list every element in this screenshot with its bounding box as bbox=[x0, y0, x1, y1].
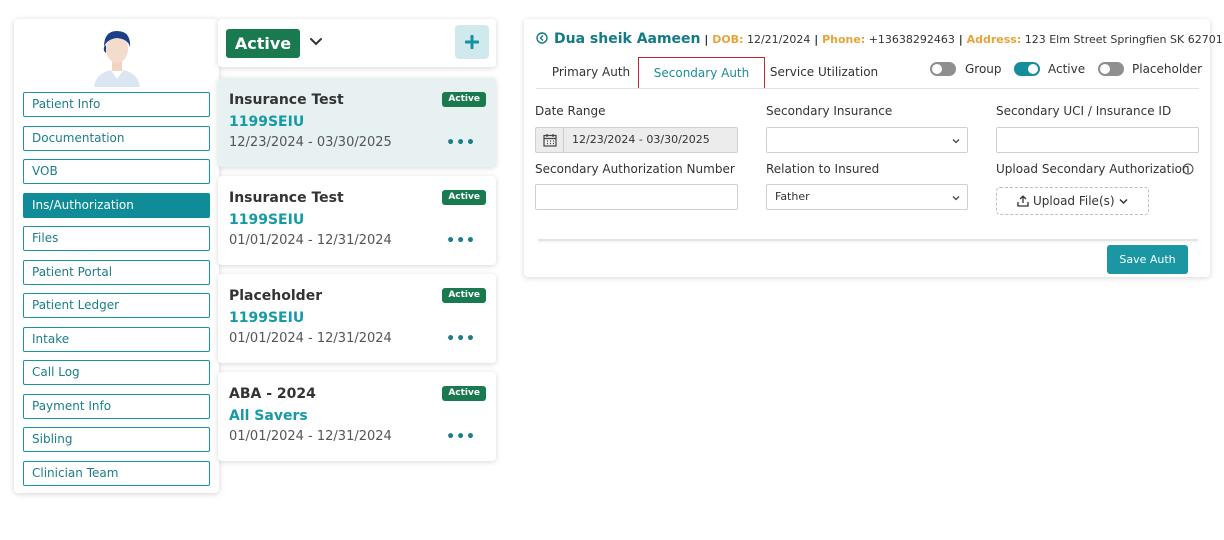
status-badge: Active bbox=[442, 288, 486, 303]
date-range-input[interactable]: 12/23/2024 - 03/30/2025 bbox=[535, 127, 738, 153]
more-options-icon[interactable]: ••• bbox=[446, 135, 476, 151]
upload-secondary-authorization-label: Upload Secondary Authorization bbox=[996, 162, 1190, 176]
plus-icon bbox=[465, 35, 479, 49]
card-date-range: 01/01/2024 - 12/31/2024 bbox=[229, 331, 392, 346]
tab-service-utilization[interactable]: Service Utilization bbox=[769, 57, 879, 89]
upload-files-label: Upload File(s) bbox=[1033, 194, 1115, 208]
dob-label: DOB: bbox=[712, 33, 744, 46]
secondary-auth-number-input[interactable] bbox=[535, 184, 738, 210]
card-payer: 1199SEIU bbox=[229, 114, 305, 130]
card-title: Placeholder bbox=[229, 288, 323, 304]
upload-files-button[interactable]: Upload File(s) bbox=[996, 187, 1149, 215]
authorization-card[interactable]: Insurance Test Active 1199SEIU 01/01/202… bbox=[218, 176, 496, 265]
sidebar-item-documentation[interactable]: Documentation bbox=[23, 126, 210, 151]
status-badge: Active bbox=[442, 190, 486, 205]
patient-name: Dua sheik Aameen bbox=[554, 31, 701, 47]
card-title: Insurance Test bbox=[229, 190, 344, 206]
card-date-range: 12/23/2024 - 03/30/2025 bbox=[229, 135, 392, 150]
relation-to-insured-label: Relation to Insured bbox=[766, 162, 880, 176]
tab-secondary-auth[interactable]: Secondary Auth bbox=[638, 57, 765, 89]
placeholder-toggle[interactable] bbox=[1098, 62, 1124, 76]
sidebar-item-clinician-team[interactable]: Clinician Team bbox=[23, 461, 210, 486]
form-divider bbox=[538, 239, 1198, 241]
active-toggle[interactable] bbox=[1014, 62, 1040, 76]
sidebar-item-patient-portal[interactable]: Patient Portal bbox=[23, 260, 210, 285]
sidebar-item-ins-authorization[interactable]: Ins/Authorization bbox=[23, 193, 210, 218]
sidebar-item-payment-info[interactable]: Payment Info bbox=[23, 394, 210, 419]
date-range-label: Date Range bbox=[535, 104, 606, 118]
more-options-icon[interactable]: ••• bbox=[446, 233, 476, 249]
sidebar-item-intake[interactable]: Intake bbox=[23, 327, 210, 352]
secondary-insurance-select[interactable] bbox=[766, 127, 968, 153]
chevron-down-icon bbox=[1119, 198, 1128, 205]
upload-icon bbox=[1017, 195, 1029, 207]
tab-primary-auth[interactable]: Primary Auth bbox=[538, 57, 644, 89]
date-range-value: 12/23/2024 - 03/30/2025 bbox=[572, 133, 710, 146]
group-toggle-label: Group bbox=[965, 62, 1002, 76]
card-payer: 1199SEIU bbox=[229, 310, 305, 326]
sidebar-item-vob[interactable]: VOB bbox=[23, 159, 210, 184]
phone-label: Phone: bbox=[822, 33, 866, 46]
back-circle-icon[interactable] bbox=[536, 32, 548, 44]
address-label: Address: bbox=[966, 33, 1022, 46]
user-avatar-icon bbox=[94, 31, 140, 87]
auth-list-header: Active bbox=[218, 19, 496, 67]
sidebar-item-patient-info[interactable]: Patient Info bbox=[23, 92, 210, 117]
card-date-range: 01/01/2024 - 12/31/2024 bbox=[229, 429, 392, 444]
card-date-range: 01/01/2024 - 12/31/2024 bbox=[229, 233, 392, 248]
relation-to-insured-select[interactable]: Father bbox=[766, 184, 968, 210]
secondary-uci-input[interactable] bbox=[996, 127, 1199, 153]
save-auth-button[interactable]: Save Auth bbox=[1107, 245, 1188, 274]
placeholder-toggle-label: Placeholder bbox=[1132, 62, 1203, 76]
patient-sidebar: Patient Info Documentation VOB Ins/Autho… bbox=[14, 19, 219, 493]
authorization-card[interactable]: Placeholder Active 1199SEIU 01/01/2024 -… bbox=[218, 274, 496, 363]
relation-to-insured-value: Father bbox=[775, 190, 810, 203]
authorization-detail-panel: Dua sheik Aameen | DOB: 12/21/2024 | Pho… bbox=[524, 19, 1223, 277]
add-authorization-button[interactable] bbox=[455, 25, 489, 59]
app-root: Patient Info Documentation VOB Ins/Autho… bbox=[0, 0, 1224, 540]
patient-header: Dua sheik Aameen | DOB: 12/21/2024 | Pho… bbox=[536, 31, 1223, 47]
more-options-icon[interactable]: ••• bbox=[446, 429, 476, 445]
address-value: 123 Elm Street Springfien SK 62701 bbox=[1024, 33, 1223, 46]
status-badge: Active bbox=[442, 92, 486, 107]
secondary-auth-number-label: Secondary Authorization Number bbox=[535, 162, 735, 176]
phone-value: +13638292463 bbox=[868, 33, 955, 46]
card-title: ABA - 2024 bbox=[229, 386, 316, 402]
sidebar-item-call-log[interactable]: Call Log bbox=[23, 360, 210, 385]
authorization-card[interactable]: Insurance Test Active 1199SEIU 12/23/202… bbox=[218, 78, 496, 167]
status-filter-button[interactable]: Active bbox=[226, 29, 300, 58]
card-payer: All Savers bbox=[229, 408, 308, 424]
status-badge: Active bbox=[442, 386, 486, 401]
secondary-insurance-label: Secondary Insurance bbox=[766, 104, 893, 118]
calendar-icon[interactable] bbox=[536, 128, 564, 152]
authorization-card[interactable]: ABA - 2024 Active All Savers 01/01/2024 … bbox=[218, 372, 496, 461]
secondary-uci-label: Secondary UCI / Insurance ID bbox=[996, 104, 1172, 118]
card-title: Insurance Test bbox=[229, 92, 344, 108]
group-toggle[interactable] bbox=[930, 62, 956, 76]
chevron-down-icon bbox=[952, 139, 960, 144]
card-payer: 1199SEIU bbox=[229, 212, 305, 228]
chevron-down-icon bbox=[952, 196, 960, 201]
info-icon[interactable] bbox=[1182, 163, 1194, 175]
more-options-icon[interactable]: ••• bbox=[446, 331, 476, 347]
sidebar-item-files[interactable]: Files bbox=[23, 226, 210, 251]
sidebar-item-patient-ledger[interactable]: Patient Ledger bbox=[23, 293, 210, 318]
chevron-down-icon[interactable] bbox=[308, 34, 324, 50]
active-toggle-label: Active bbox=[1048, 62, 1086, 76]
dob-value: 12/21/2024 bbox=[746, 33, 811, 46]
sidebar-item-sibling[interactable]: Sibling bbox=[23, 427, 210, 452]
tabs-divider bbox=[536, 88, 1199, 89]
